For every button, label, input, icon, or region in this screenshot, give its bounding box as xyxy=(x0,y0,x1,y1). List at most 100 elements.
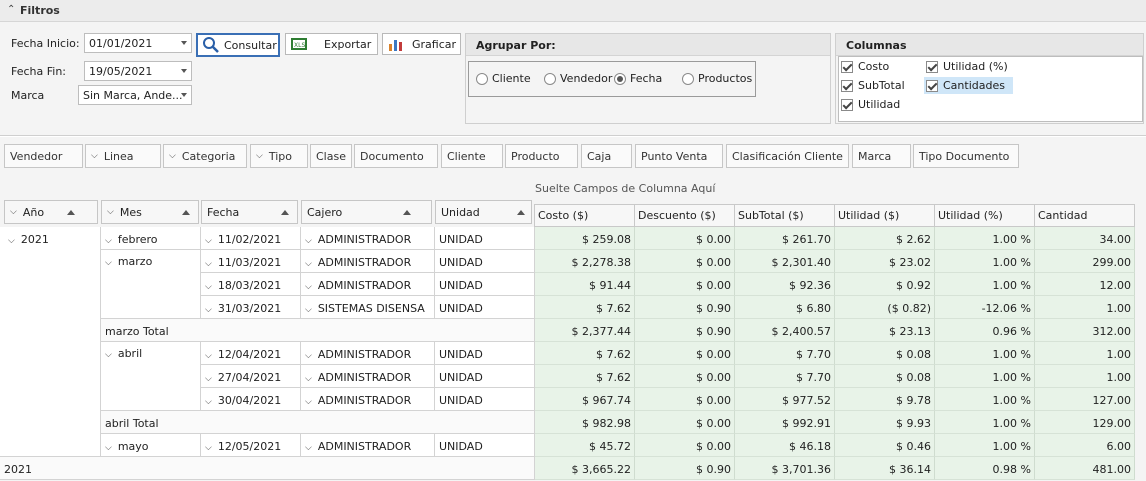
data-cell-utilidad-pct[interactable]: 1.00 % xyxy=(935,342,1035,365)
chevron-down-icon[interactable]: ⌵ xyxy=(305,305,312,315)
radio-circle-icon[interactable] xyxy=(476,72,488,85)
data-cell-utilidad-pct[interactable]: -12.06 % xyxy=(935,296,1035,319)
data-cell-subtotal[interactable]: $ 6.80 xyxy=(735,296,835,319)
chevron-down-icon[interactable]: ⌵ xyxy=(91,151,98,161)
chevron-down-icon[interactable]: ⌵ xyxy=(8,236,15,246)
cajero-cell[interactable]: ⌵ ADMINISTRADOR xyxy=(301,342,435,365)
col-header-utilidad[interactable]: Utilidad ($) xyxy=(834,204,935,227)
data-cell-cantidad[interactable]: 299.00 xyxy=(1035,250,1135,273)
sort-asc-icon[interactable] xyxy=(403,210,411,215)
cajero-cell[interactable]: ⌵ SISTEMAS DISENSA xyxy=(301,296,435,319)
data-cell-descuento[interactable]: $ 0.00 xyxy=(635,411,735,434)
data-cell-costo[interactable]: $ 2,278.38 xyxy=(535,250,635,273)
filtros-header[interactable]: ⌃ Filtros xyxy=(0,0,1146,22)
data-cell-costo[interactable]: $ 7.62 xyxy=(535,365,635,388)
data-cell-cantidad[interactable]: 1.00 xyxy=(1035,365,1135,388)
data-cell-costo[interactable]: $ 3,665.22 xyxy=(535,457,635,480)
check-utilidad-pct[interactable]: Utilidad (%) xyxy=(926,60,1008,73)
checkbox-icon[interactable] xyxy=(926,79,938,92)
chevron-down-icon[interactable]: ⌵ xyxy=(305,259,312,269)
filter-field-caja[interactable]: Caja xyxy=(581,144,632,168)
data-cell-descuento[interactable]: $ 0.00 xyxy=(635,250,735,273)
radio-circle-icon[interactable] xyxy=(682,72,694,85)
chevron-down-icon[interactable]: ⌵ xyxy=(305,443,312,453)
chevron-down-icon[interactable]: ⌵ xyxy=(205,397,212,407)
data-cell-cantidad[interactable]: 12.00 xyxy=(1035,273,1135,296)
cajero-cell[interactable]: ⌵ ADMINISTRADOR xyxy=(301,250,435,273)
data-cell-costo[interactable]: $ 259.08 xyxy=(535,227,635,250)
data-cell-cantidad[interactable]: 127.00 xyxy=(1035,388,1135,411)
data-cell-utilidad-pct[interactable]: 0.98 % xyxy=(935,457,1035,480)
filter-field-documento[interactable]: Documento xyxy=(354,144,438,168)
year-cell[interactable]: ⌵ 2021 xyxy=(0,227,101,457)
data-cell-costo[interactable]: $ 2,377.44 xyxy=(535,319,635,342)
data-cell-subtotal[interactable]: $ 2,400.57 xyxy=(735,319,835,342)
chevron-down-icon[interactable]: ⌵ xyxy=(305,374,312,384)
row-field-fecha[interactable]: Fecha xyxy=(201,200,298,224)
data-cell-subtotal[interactable]: $ 92.36 xyxy=(735,273,835,296)
filter-field-categoria[interactable]: ⌵ Categoria xyxy=(163,144,247,168)
checkbox-icon[interactable] xyxy=(841,60,853,73)
row-field-cajero[interactable]: Cajero xyxy=(301,200,432,224)
data-cell-cantidad[interactable]: 34.00 xyxy=(1035,227,1135,250)
row-field-mes[interactable]: ⌵ Mes xyxy=(101,200,199,224)
data-cell-subtotal[interactable]: $ 3,701.36 xyxy=(735,457,835,480)
date-cell[interactable]: ⌵ 30/04/2021 xyxy=(201,388,301,411)
dropdown-arrow-icon[interactable] xyxy=(181,69,187,73)
chevron-down-icon[interactable]: ⌵ xyxy=(305,236,312,246)
filter-field-linea[interactable]: ⌵ Linea xyxy=(85,144,161,168)
filter-field-tipo[interactable]: ⌵ Tipo xyxy=(250,144,308,168)
date-cell[interactable]: ⌵ 12/05/2021 xyxy=(201,434,301,457)
sort-asc-icon[interactable] xyxy=(281,210,289,215)
data-cell-descuento[interactable]: $ 0.00 xyxy=(635,388,735,411)
data-cell-descuento[interactable]: $ 0.00 xyxy=(635,273,735,296)
checkbox-icon[interactable] xyxy=(841,79,853,92)
chevron-down-icon[interactable]: ⌵ xyxy=(107,207,114,217)
data-cell-utilidad[interactable]: $ 23.13 xyxy=(835,319,935,342)
cajero-cell[interactable]: ⌵ ADMINISTRADOR xyxy=(301,365,435,388)
exportar-button[interactable]: XLS Exportar xyxy=(285,33,378,55)
data-cell-subtotal[interactable]: $ 261.70 xyxy=(735,227,835,250)
row-field-anio[interactable]: ⌵ Año xyxy=(4,200,98,224)
chevron-down-icon[interactable]: ⌵ xyxy=(105,443,112,453)
chevron-down-icon[interactable]: ⌵ xyxy=(256,151,263,161)
data-cell-utilidad[interactable]: $ 0.92 xyxy=(835,273,935,296)
data-cell-cantidad[interactable]: 6.00 xyxy=(1035,434,1135,457)
check-costo[interactable]: Costo xyxy=(841,60,889,73)
data-cell-cantidad[interactable]: 1.00 xyxy=(1035,296,1135,319)
chevron-down-icon[interactable]: ⌵ xyxy=(105,350,112,360)
data-cell-utilidad[interactable]: $ 36.14 xyxy=(835,457,935,480)
radio-vendedor[interactable]: Vendedor xyxy=(544,72,612,85)
data-cell-utilidad-pct[interactable]: 1.00 % xyxy=(935,434,1035,457)
cajero-cell[interactable]: ⌵ ADMINISTRADOR xyxy=(301,434,435,457)
data-cell-cantidad[interactable]: 481.00 xyxy=(1035,457,1135,480)
data-cell-utilidad[interactable]: $ 2.62 xyxy=(835,227,935,250)
fecha-fin-input[interactable]: 19/05/2021 xyxy=(84,61,192,81)
data-cell-subtotal[interactable]: $ 46.18 xyxy=(735,434,835,457)
filter-field-marca[interactable]: Marca xyxy=(852,144,911,168)
checkbox-icon[interactable] xyxy=(841,98,853,111)
radio-cliente[interactable]: Cliente xyxy=(476,72,531,85)
data-cell-costo[interactable]: $ 967.74 xyxy=(535,388,635,411)
data-cell-descuento[interactable]: $ 0.00 xyxy=(635,365,735,388)
data-cell-utilidad[interactable]: $ 0.08 xyxy=(835,365,935,388)
filter-field-vendedor[interactable]: Vendedor xyxy=(4,144,83,168)
cajero-cell[interactable]: ⌵ ADMINISTRADOR xyxy=(301,227,435,250)
dropdown-arrow-icon[interactable] xyxy=(181,93,187,97)
data-cell-costo[interactable]: $ 982.98 xyxy=(535,411,635,434)
data-cell-utilidad[interactable]: ($ 0.82) xyxy=(835,296,935,319)
filter-field-cliente[interactable]: Cliente xyxy=(441,144,503,168)
collapse-chevron-icon[interactable]: ⌃ xyxy=(7,4,15,15)
data-cell-descuento[interactable]: $ 0.00 xyxy=(635,342,735,365)
data-cell-descuento[interactable]: $ 0.00 xyxy=(635,227,735,250)
data-cell-utilidad-pct[interactable]: 1.00 % xyxy=(935,250,1035,273)
cajero-cell[interactable]: ⌵ ADMINISTRADOR xyxy=(301,273,435,296)
radio-circle-icon[interactable] xyxy=(544,72,556,85)
sort-asc-icon[interactable] xyxy=(67,210,75,215)
chevron-down-icon[interactable]: ⌵ xyxy=(205,374,212,384)
sort-asc-icon[interactable] xyxy=(517,210,525,215)
data-cell-utilidad[interactable]: $ 0.08 xyxy=(835,342,935,365)
date-cell[interactable]: ⌵ 12/04/2021 xyxy=(201,342,301,365)
data-cell-subtotal[interactable]: $ 2,301.40 xyxy=(735,250,835,273)
chevron-down-icon[interactable]: ⌵ xyxy=(305,282,312,292)
